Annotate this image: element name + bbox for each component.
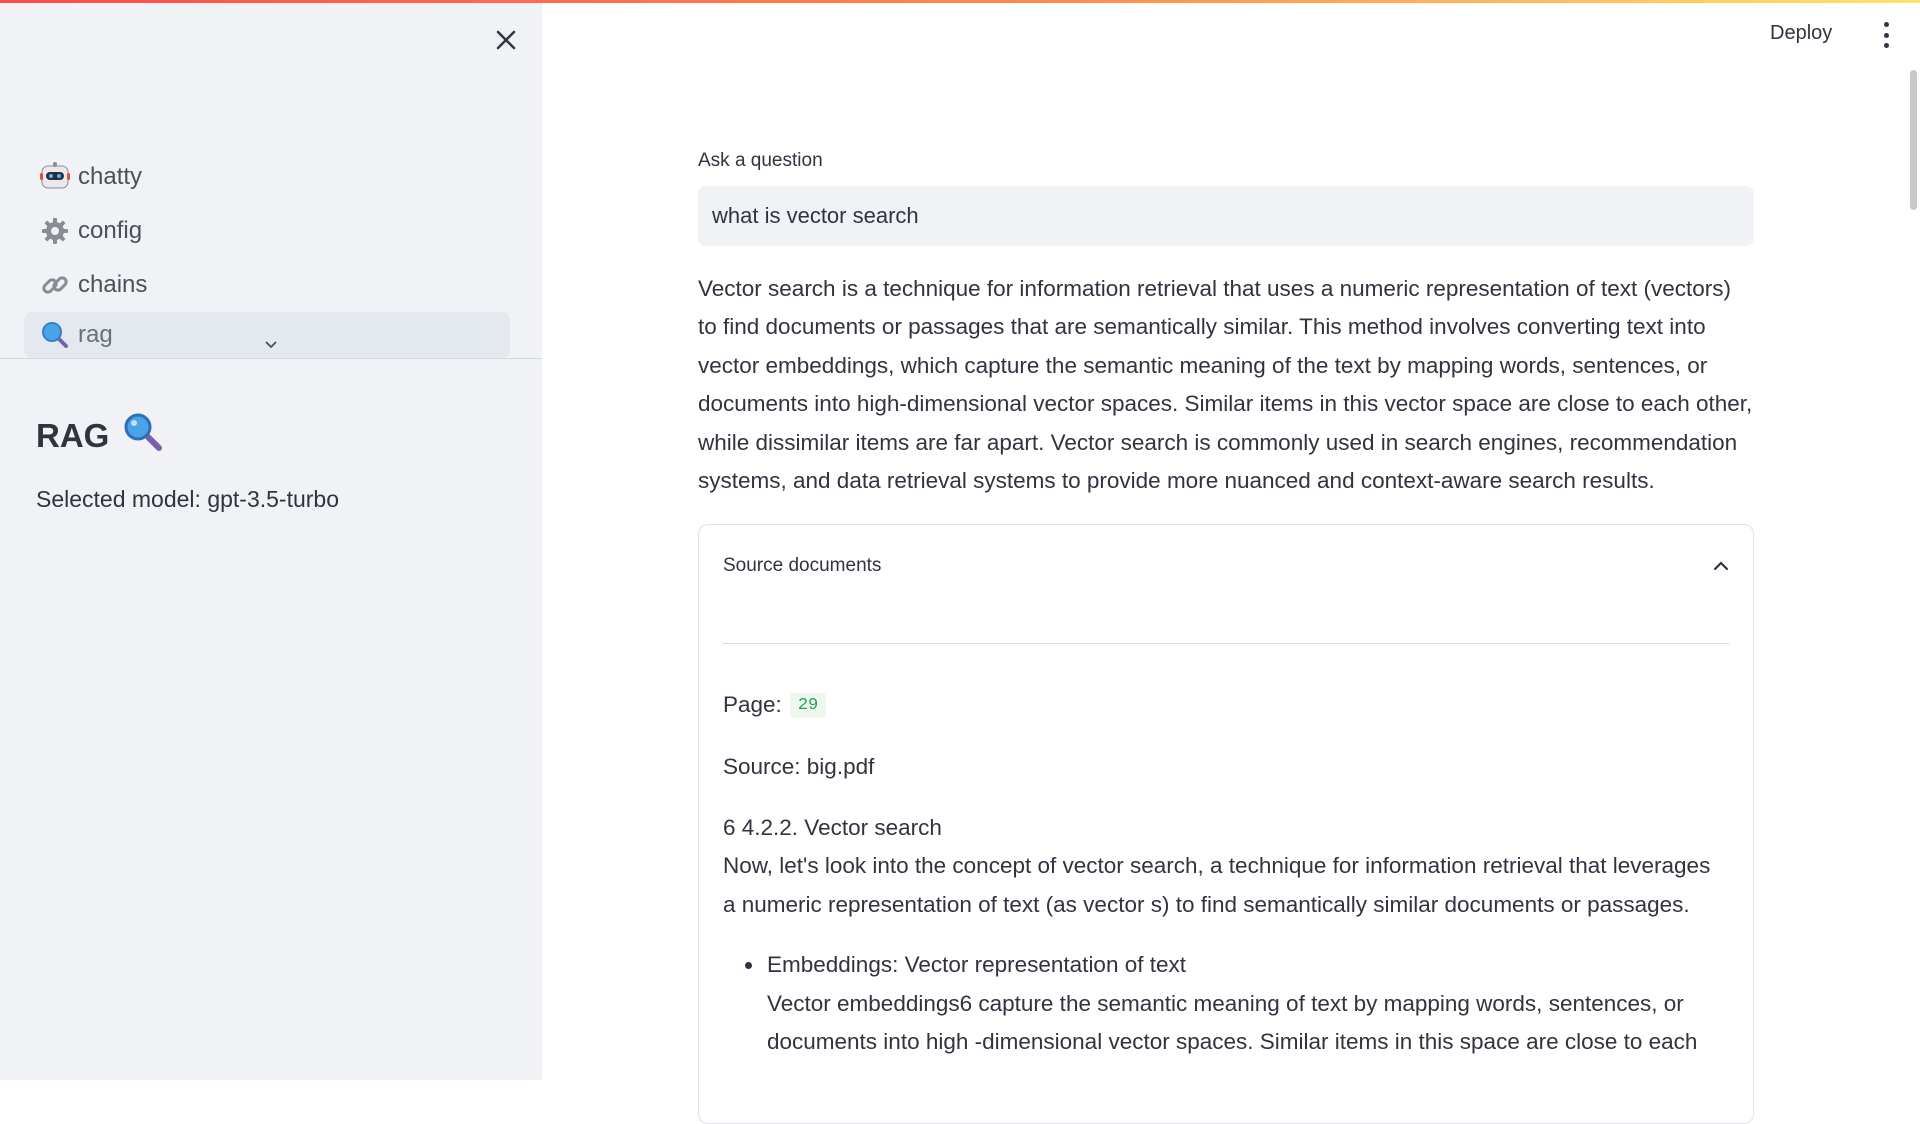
- robot-icon: [40, 162, 70, 192]
- excerpt-heading: 6 4.2.2. Vector search: [723, 815, 942, 840]
- expander-divider: [723, 643, 1729, 644]
- sidebar-nav: chatty config chains rag: [24, 150, 510, 358]
- chevron-up-icon: [1713, 561, 1729, 571]
- page-label: Page:: [723, 692, 782, 717]
- magnifier-icon: [123, 412, 163, 460]
- deploy-button[interactable]: Deploy: [1770, 22, 1832, 45]
- link-icon: [40, 270, 70, 300]
- chevron-down-icon: [265, 341, 277, 349]
- sidebar-item-chatty[interactable]: chatty: [24, 150, 510, 204]
- sidebar: chatty config chains rag RAG Selected mo…: [0, 0, 542, 1080]
- nav-expand-button[interactable]: [262, 336, 280, 354]
- kebab-dot-icon: [1883, 32, 1889, 38]
- question-label: Ask a question: [698, 150, 823, 171]
- sidebar-item-chains[interactable]: chains: [24, 258, 510, 312]
- close-icon: [496, 30, 516, 50]
- excerpt-paragraph: Now, let's look into the concept of vect…: [723, 853, 1711, 917]
- page-number-badge: 29: [789, 692, 827, 718]
- magnifier-icon: [40, 320, 70, 350]
- main-menu-button[interactable]: [1876, 22, 1896, 48]
- bullet-text: Vector embeddings6 capture the semantic …: [767, 990, 1698, 1055]
- sidebar-title: RAG: [36, 412, 163, 460]
- gear-icon: [40, 216, 70, 246]
- list-item: Embeddings: Vector representation of tex…: [765, 946, 1729, 1061]
- answer-text: Vector search is a technique for informa…: [698, 276, 1753, 494]
- source-document-content: Page: 29 Source: big.pdf 6 4.2.2. Vector…: [723, 685, 1729, 1061]
- sidebar-title-text: RAG: [36, 417, 110, 454]
- kebab-dot-icon: [1883, 43, 1889, 48]
- kebab-dot-icon: [1883, 22, 1889, 27]
- sidebar-item-label: chains: [78, 271, 148, 298]
- selected-model-text: Selected model: gpt-3.5-turbo: [36, 486, 340, 512]
- sidebar-item-config[interactable]: config: [24, 204, 510, 258]
- question-input[interactable]: [698, 186, 1754, 246]
- top-decoration-bar: [0, 0, 1920, 3]
- source-file-text: Source: big.pdf: [723, 754, 875, 779]
- sidebar-item-label: rag: [78, 321, 113, 348]
- document-excerpt: 6 4.2.2. Vector search Now, let's look i…: [723, 809, 1729, 924]
- source-documents-title: Source documents: [723, 555, 882, 576]
- page-row: Page: 29: [723, 685, 1729, 725]
- excerpt-bullet-list: Embeddings: Vector representation of tex…: [723, 946, 1729, 1061]
- sidebar-item-label: config: [78, 217, 143, 244]
- bullet-title: Embeddings: Vector representation of tex…: [767, 952, 1186, 978]
- source-documents-header[interactable]: Source documents: [723, 549, 1729, 583]
- sidebar-item-label: chatty: [78, 163, 143, 190]
- close-sidebar-button[interactable]: [490, 24, 522, 56]
- page-scrollbar[interactable]: [1910, 70, 1917, 210]
- sidebar-divider: [0, 358, 542, 359]
- source-documents-expander: Source documents Page: 29 Source: big.pd…: [698, 524, 1754, 1124]
